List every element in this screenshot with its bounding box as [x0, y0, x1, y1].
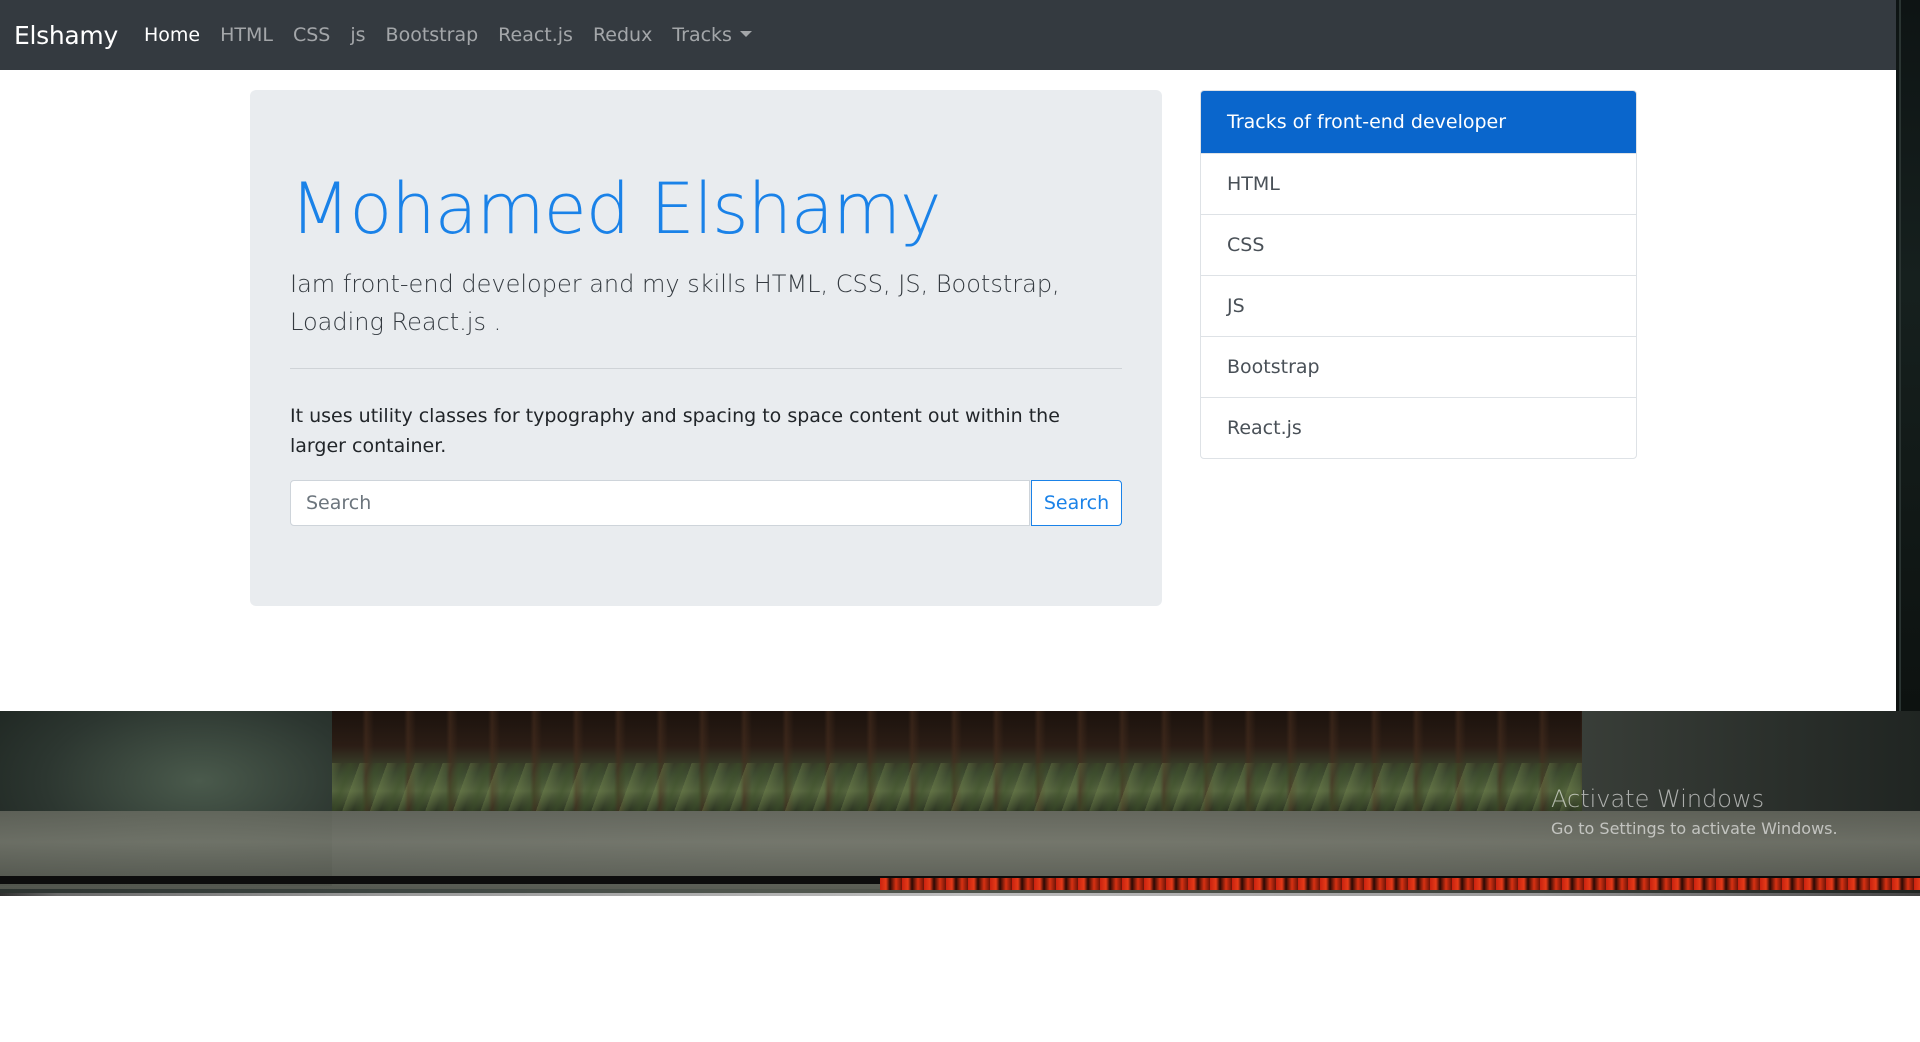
navbar-brand[interactable]: Elshamy	[14, 21, 118, 50]
nav-links: Home HTML CSS js Bootstrap React.js Redu…	[134, 24, 762, 46]
list-item-reactjs[interactable]: React.js	[1201, 397, 1636, 458]
nav-link-redux[interactable]: Redux	[583, 24, 662, 46]
ember-strip	[880, 878, 1920, 890]
nav-link-html[interactable]: HTML	[210, 24, 283, 46]
nav-dropdown-tracks-label: Tracks	[672, 24, 732, 46]
list-item-js[interactable]: JS	[1201, 275, 1636, 336]
list-item-html[interactable]: HTML	[1201, 153, 1636, 214]
list-item-css[interactable]: CSS	[1201, 214, 1636, 275]
jumbotron: Mohamed Elshamy Iam front-end developer …	[250, 90, 1162, 606]
forest-image	[332, 711, 1582, 811]
nav-link-css[interactable]: CSS	[283, 24, 340, 46]
activate-windows-subtitle: Go to Settings to activate Windows.	[1551, 819, 1838, 838]
search-input[interactable]	[290, 480, 1030, 526]
desktop-edge	[1896, 0, 1920, 711]
activate-windows-title: Activate Windows	[1551, 785, 1765, 813]
body-text: It uses utility classes for typography a…	[290, 405, 1060, 457]
navbar: Elshamy Home HTML CSS js Bootstrap React…	[0, 0, 1896, 70]
divider	[290, 368, 1122, 369]
page-title: Mohamed Elshamy	[290, 168, 941, 250]
nav-link-bootstrap[interactable]: Bootstrap	[376, 24, 489, 46]
nav-link-js[interactable]: js	[340, 24, 375, 46]
desktop-background: Activate Windows Go to Settings to activ…	[0, 711, 1920, 896]
tracks-list-header[interactable]: Tracks of front-end developer	[1201, 91, 1636, 153]
browser-page: Elshamy Home HTML CSS js Bootstrap React…	[0, 0, 1896, 711]
activate-windows-watermark: Activate Windows Go to Settings to activ…	[1551, 785, 1838, 838]
list-item-bootstrap[interactable]: Bootstrap	[1201, 336, 1636, 397]
caret-down-icon	[739, 31, 752, 37]
tracks-list: Tracks of front-end developer HTML CSS J…	[1200, 90, 1637, 459]
scrollbar-track[interactable]	[0, 893, 1920, 896]
search-button[interactable]: Search	[1031, 480, 1122, 526]
nav-link-reactjs[interactable]: React.js	[488, 24, 583, 46]
nav-link-home[interactable]: Home	[134, 24, 210, 46]
lead-text: Iam front-end developer and my skills HT…	[290, 270, 1060, 336]
nav-dropdown-tracks[interactable]: Tracks	[662, 24, 762, 46]
